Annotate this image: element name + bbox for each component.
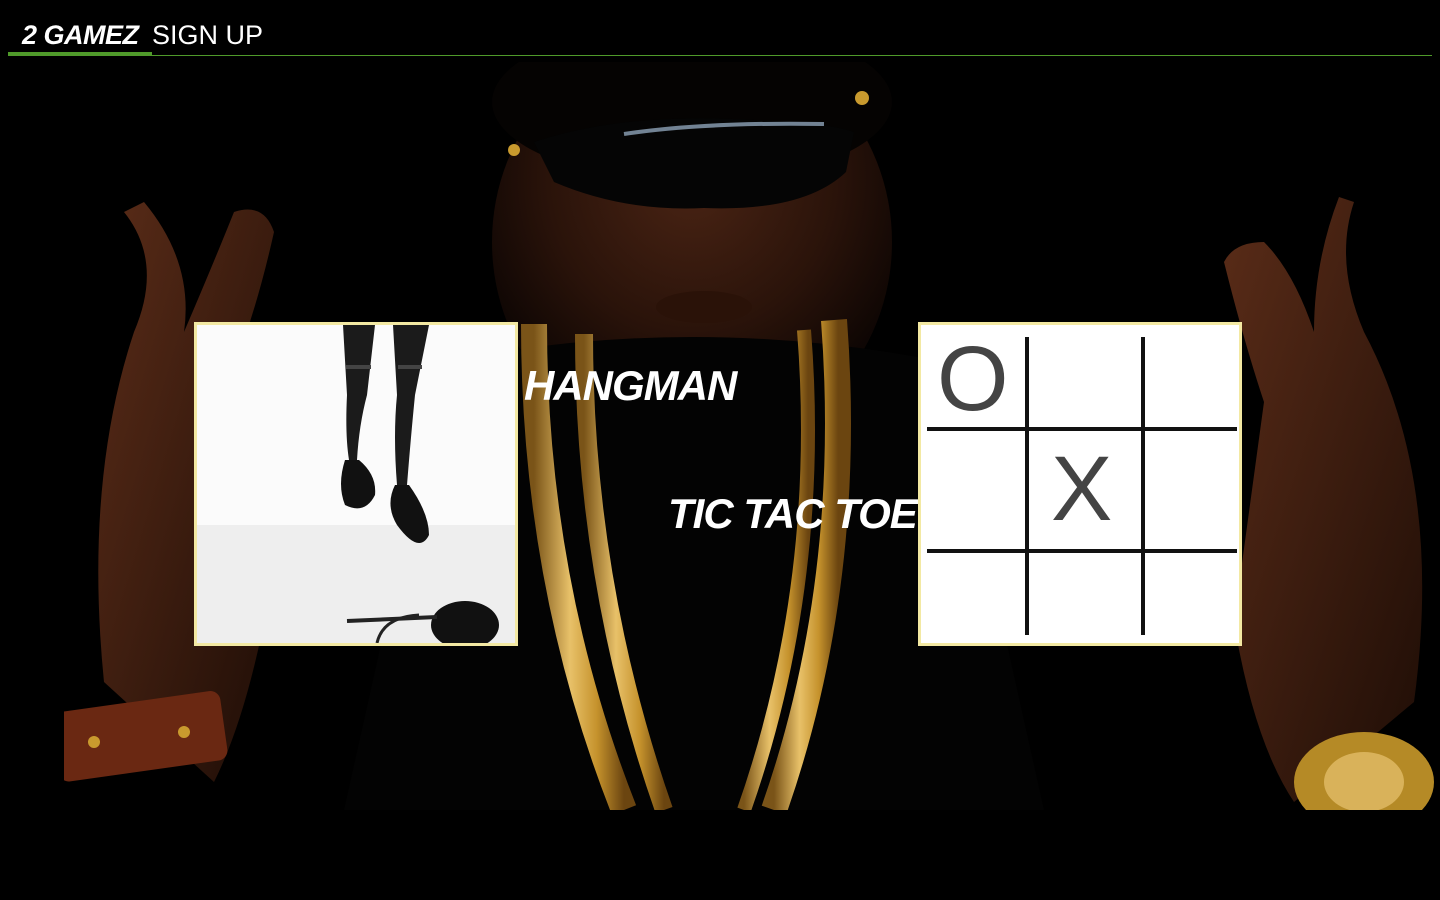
hangman-image	[197, 325, 515, 643]
page: 2 GAMEZ SIGN UP HANGMAN TIC TAC TOE O X	[0, 0, 1440, 900]
hangman-tile[interactable]	[194, 322, 518, 646]
ttt-cell-4: X	[1051, 438, 1113, 540]
active-nav-indicator	[8, 52, 152, 55]
tic-tac-toe-link[interactable]: TIC TAC TOE	[668, 490, 918, 538]
top-nav: 2 GAMEZ SIGN UP	[8, 0, 1432, 56]
tic-tac-toe-tile[interactable]: O X	[918, 322, 1242, 646]
signup-link[interactable]: SIGN UP	[152, 18, 263, 52]
hangman-link[interactable]: HANGMAN	[524, 362, 737, 410]
ttt-cell-0: O	[937, 328, 1009, 430]
brand-link[interactable]: 2 GAMEZ	[22, 18, 139, 52]
